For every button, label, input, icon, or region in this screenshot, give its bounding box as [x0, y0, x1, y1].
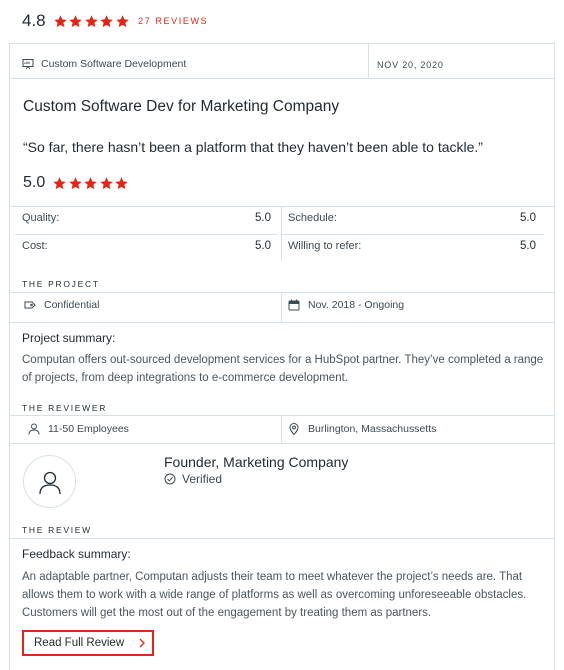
verified-badge: Verified	[164, 472, 222, 486]
review-section-label: THE REVIEW	[22, 525, 92, 535]
divider	[10, 292, 555, 293]
cost-label: Cost:	[22, 240, 48, 252]
project-budget-text: Confidential	[44, 299, 100, 311]
project-summary-text: Computan offers out-sourced development …	[22, 354, 544, 384]
divider	[10, 538, 555, 539]
review-title: Custom Software Dev for Marketing Compan…	[23, 98, 340, 115]
schedule-value: 5.0	[520, 212, 536, 224]
star-icon	[84, 14, 99, 29]
divider	[10, 78, 555, 79]
divider	[281, 292, 282, 322]
review-rating-score: 5.0	[23, 174, 46, 191]
project-budget: Confidential	[24, 299, 99, 311]
divider	[10, 206, 555, 207]
star-icon	[114, 176, 129, 191]
cost-value: 5.0	[255, 240, 271, 252]
overall-rating-stars	[53, 14, 131, 29]
project-summary-heading: Project summary:	[22, 331, 116, 345]
read-full-review-button[interactable]: Read Full Review	[22, 630, 154, 656]
star-icon	[52, 176, 67, 191]
reviews-count-link[interactable]: 27 REVIEWS	[138, 16, 208, 26]
project-section-label: THE PROJECT	[22, 279, 100, 289]
divider	[368, 44, 369, 78]
quality-label: Quality:	[22, 212, 60, 224]
refer-label: Willing to refer:	[288, 240, 362, 252]
divider	[10, 443, 555, 444]
star-icon	[99, 176, 114, 191]
reviewer-name-title: Founder, Marketing Company	[164, 454, 349, 470]
project-dates: Nov. 2018 - Ongoing	[288, 299, 404, 311]
divider	[10, 415, 555, 416]
review-date: NOV 20, 2020	[377, 60, 444, 70]
divider	[281, 206, 282, 261]
star-icon	[68, 176, 83, 191]
star-icon	[68, 14, 83, 29]
review-quote: “So far, there hasn’t been a platform th…	[23, 139, 483, 155]
calendar-icon	[288, 299, 300, 311]
review-rating-stars	[52, 176, 130, 191]
star-icon	[99, 14, 114, 29]
overall-rating-score: 4.8	[22, 11, 46, 30]
reviewer-company-size-text: 11-50 Employees	[48, 423, 129, 435]
reviewer-location-text: Burlington, Massachussetts	[308, 423, 437, 435]
reviewer-section-label: THE REVIEWER	[22, 403, 108, 413]
review-rating: 5.0	[23, 174, 130, 192]
user-avatar-icon	[38, 471, 61, 494]
star-icon	[115, 14, 130, 29]
feedback-summary-text: An adaptable partner, Computan adjusts t…	[22, 571, 527, 619]
reviewer-company-size: 11-50 Employees	[28, 423, 129, 435]
review-card: Custom Software Development NOV 20, 2020…	[9, 43, 555, 670]
service-name: Custom Software Development	[41, 58, 187, 70]
star-icon	[83, 176, 98, 191]
divider	[281, 415, 282, 443]
user-icon	[28, 423, 40, 435]
schedule-label: Schedule:	[288, 212, 337, 224]
feedback-summary-heading: Feedback summary:	[22, 547, 131, 561]
refer-value: 5.0	[520, 240, 536, 252]
divider	[282, 234, 544, 235]
reviewer-location: Burlington, Massachussetts	[288, 423, 436, 435]
quality-value: 5.0	[255, 212, 271, 224]
project-dates-text: Nov. 2018 - Ongoing	[308, 299, 405, 311]
star-icon	[53, 14, 68, 29]
check-circle-icon	[164, 473, 176, 485]
chevron-right-icon	[138, 638, 146, 648]
reviewer-avatar	[23, 455, 76, 508]
presentation-icon	[22, 59, 34, 70]
verified-label: Verified	[182, 472, 223, 486]
overall-rating: 4.8 27 REVIEWS	[22, 11, 208, 31]
divider	[15, 234, 277, 235]
tag-icon	[24, 301, 36, 309]
read-full-review-label: Read Full Review	[34, 637, 125, 649]
service-line: Custom Software Development	[22, 58, 186, 70]
location-pin-icon	[289, 423, 299, 435]
divider	[10, 322, 555, 323]
